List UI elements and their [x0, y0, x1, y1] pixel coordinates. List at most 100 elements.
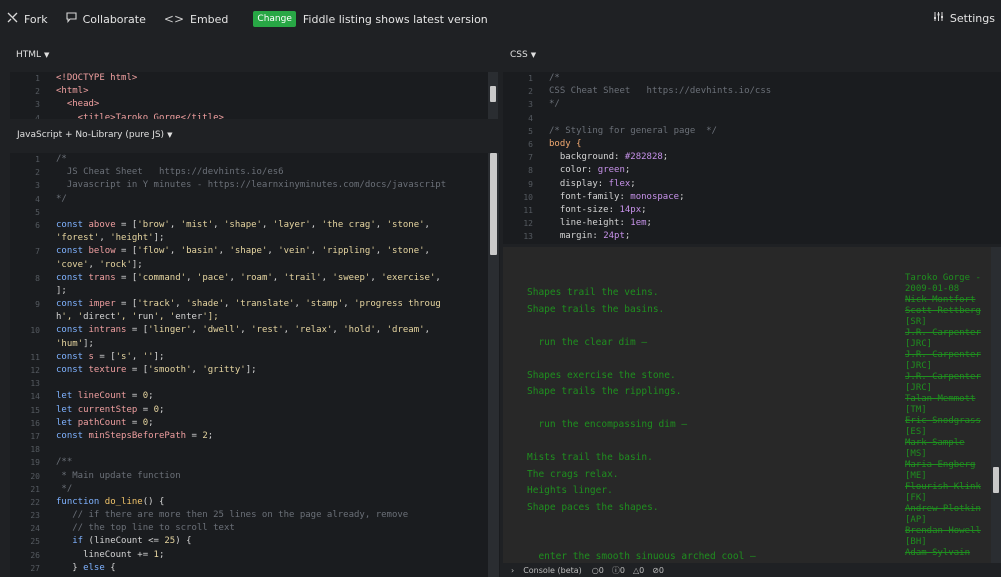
poem-line: Shape trails the ripplings. — [527, 386, 682, 397]
settings-button[interactable]: Settings — [933, 11, 995, 25]
code-text: CSS Cheat Sheet https://devhints.io/css — [549, 86, 772, 97]
credit-line: Andrew Plotkin — [905, 504, 981, 514]
line-number: 4 — [35, 113, 40, 119]
code-line: 6 const above = ['brow', 'mist', 'shape',… — [10, 219, 500, 232]
js-panel-header[interactable]: JavaScript + No-Library (pure JS) ▼ — [17, 130, 172, 140]
output-scroll-thumb[interactable] — [993, 467, 999, 493]
code-line: 23 // if there are more then 25 lines on… — [10, 509, 500, 522]
poem-line: Shape trails the basins. — [527, 303, 665, 315]
console-count-warn: △0 — [632, 565, 645, 575]
line-number: 3 — [35, 100, 40, 110]
console-label: Console (beta) — [523, 565, 582, 575]
line-number: 9 — [35, 300, 40, 310]
code-text: /* — [549, 73, 560, 83]
code-text: 'hum']; — [56, 338, 94, 349]
code-line: 1 <!DOCTYPE html> — [10, 72, 498, 85]
code-line: 15 let currentStep = 0; — [10, 404, 500, 417]
code-line: 12 line-height: 1em; — [503, 217, 1001, 230]
code-line: 10 const intrans = ['linger', 'dwell', 'r… — [10, 324, 500, 337]
credit-line: Scott Rettberg — [905, 306, 981, 316]
code-text: */ — [56, 193, 67, 204]
code-line: 13 — [10, 377, 500, 390]
output-scrollbar[interactable] — [991, 247, 1001, 563]
js-scrollbar[interactable] — [488, 153, 499, 577]
css-panel-header[interactable]: CSS ▼ — [510, 50, 536, 60]
line-number: 14 — [30, 392, 40, 402]
poem-line — [527, 320, 756, 337]
code-text: let currentStep = 0; — [56, 404, 165, 415]
poem-line: The crags relax. — [527, 468, 619, 480]
code-line: 3 */ — [503, 98, 1001, 111]
css-editor[interactable]: 1 /* 2 CSS Cheat Sheet https://devhints.io/… — [503, 72, 1001, 244]
code-text: font-family: monospace; — [549, 191, 685, 202]
credit-line: [JRC] — [905, 361, 933, 371]
collaborate-label: Collaborate — [82, 12, 146, 26]
line-number: 16 — [30, 418, 40, 428]
credit-line: Brendan Howell — [905, 526, 981, 536]
result-output: Shapes trail the veins. Shape trails the … — [503, 247, 1001, 563]
line-number: 12 — [523, 219, 533, 229]
poem-line — [527, 353, 756, 370]
line-number — [10, 285, 40, 298]
credit-line: Mark Sample — [905, 438, 965, 448]
line-number: 13 — [30, 379, 40, 389]
code-line: 14 let lineCount = 0; — [10, 390, 500, 403]
code-text: lineCount += 1; — [56, 549, 165, 560]
fiddle-version-message: Fiddle listing shows latest version — [302, 12, 488, 26]
poem-line — [527, 535, 756, 552]
poem-line: enter the smooth sinuous arched cool — — [527, 551, 756, 562]
console-bar[interactable]: › Console (beta) ○0 ⓘ0 △0 ⊘0 — [503, 563, 1001, 577]
code-line: 8 color: green; — [503, 164, 1001, 177]
credit-line: [AP] — [905, 515, 927, 525]
html-panel-header[interactable]: HTML ▼ — [16, 50, 49, 60]
collaborate-icon — [66, 12, 77, 26]
code-text: 'forest', 'height']; — [56, 233, 165, 244]
js-scroll-thumb[interactable] — [490, 153, 497, 255]
code-text: let pathCount = 0; — [56, 417, 154, 428]
code-line: 8 const trans = ['command', 'pace', 'roam… — [10, 272, 500, 285]
line-number: 21 — [30, 484, 40, 494]
line-number: 23 — [30, 511, 40, 521]
credit-line: [ES] — [905, 427, 927, 437]
code-line: 4 <title>Taroko Gorge</title> — [10, 112, 498, 119]
fork-button[interactable]: Fork — [7, 12, 48, 26]
line-number: 12 — [30, 366, 40, 375]
html-scrollbar[interactable] — [488, 72, 498, 119]
code-line: 22 function do_line() { — [10, 496, 500, 509]
line-number: 20 — [30, 471, 40, 481]
line-number: 11 — [30, 352, 40, 362]
line-number: 7 — [35, 247, 40, 257]
code-line: 24 // the top line to scroll text — [10, 522, 500, 535]
code-text: JS Cheat Sheet https://devhints.io/es6 — [56, 167, 284, 178]
code-line: ]; — [10, 285, 500, 298]
code-text: display: flex; — [549, 178, 636, 189]
code-line: 9 display: flex; — [503, 178, 1001, 191]
line-number: 5 — [528, 126, 533, 136]
poem-text: Shapes trail the veins. Shape trails the … — [527, 287, 756, 563]
code-text: body { — [549, 138, 582, 149]
line-number: 9 — [528, 179, 533, 189]
credit-line: Adam Sylvain — [905, 548, 971, 558]
credit-line: J.R. Carpenter — [905, 328, 981, 338]
line-number: 5 — [35, 207, 40, 217]
code-text: line-height: 1em; — [549, 218, 652, 229]
change-button[interactable]: Change — [253, 11, 296, 27]
embed-button[interactable]: <> Embed — [164, 12, 229, 26]
line-number: 15 — [30, 405, 40, 415]
code-text: color: green; — [549, 165, 631, 176]
credit-line: 2009-01-08 — [905, 284, 960, 294]
line-number: 8 — [35, 273, 40, 283]
html-scroll-thumb[interactable] — [490, 86, 496, 102]
code-line: 20 * Main update function — [10, 470, 500, 483]
code-text: ]; — [56, 285, 67, 296]
js-editor[interactable]: 1 /* 2 JS Cheat Sheet https://devhints.io/… — [10, 153, 500, 577]
html-editor[interactable]: 1 <!DOCTYPE html> 2 <html> 3 <head> 4 <title>… — [10, 72, 498, 119]
line-number: 17 — [30, 431, 40, 441]
code-text: function do_line() { — [56, 496, 165, 507]
line-number: 7 — [528, 153, 533, 163]
collaborate-button[interactable]: Collaborate — [66, 12, 146, 26]
poem-line: Shapes exercise the stone. — [527, 369, 676, 381]
credit-line: Flourish Klink — [905, 482, 981, 492]
line-number: 18 — [30, 445, 40, 455]
